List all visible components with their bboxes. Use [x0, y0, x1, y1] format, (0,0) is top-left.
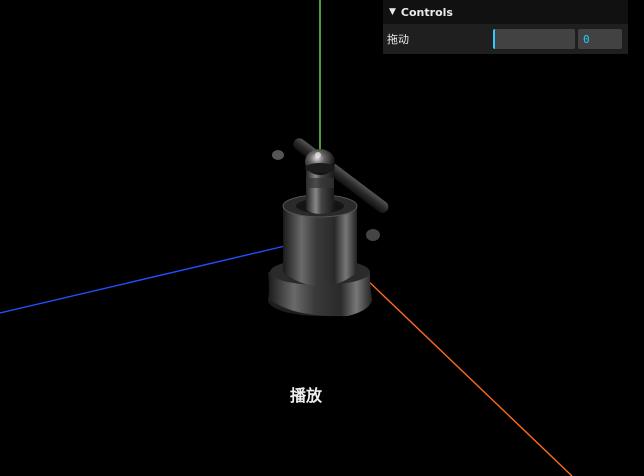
- drag-control-row: 拖动 0: [383, 24, 628, 54]
- chevron-down-icon: ▼: [389, 7, 396, 17]
- z-axis-line: [0, 245, 286, 314]
- x-axis-line: [339, 253, 573, 476]
- drag-value-input[interactable]: 0: [578, 29, 622, 49]
- play-button[interactable]: 播放: [274, 380, 338, 408]
- controls-title-bar[interactable]: ▼ Controls: [383, 0, 628, 24]
- controls-title: Controls: [400, 5, 453, 19]
- jack-model[interactable]: [268, 136, 391, 317]
- drag-slider[interactable]: [493, 29, 575, 49]
- drag-label: 拖动: [387, 33, 409, 46]
- drag-slider-fill: [493, 29, 495, 49]
- controls-panel: ▼ Controls 拖动 0: [383, 0, 628, 54]
